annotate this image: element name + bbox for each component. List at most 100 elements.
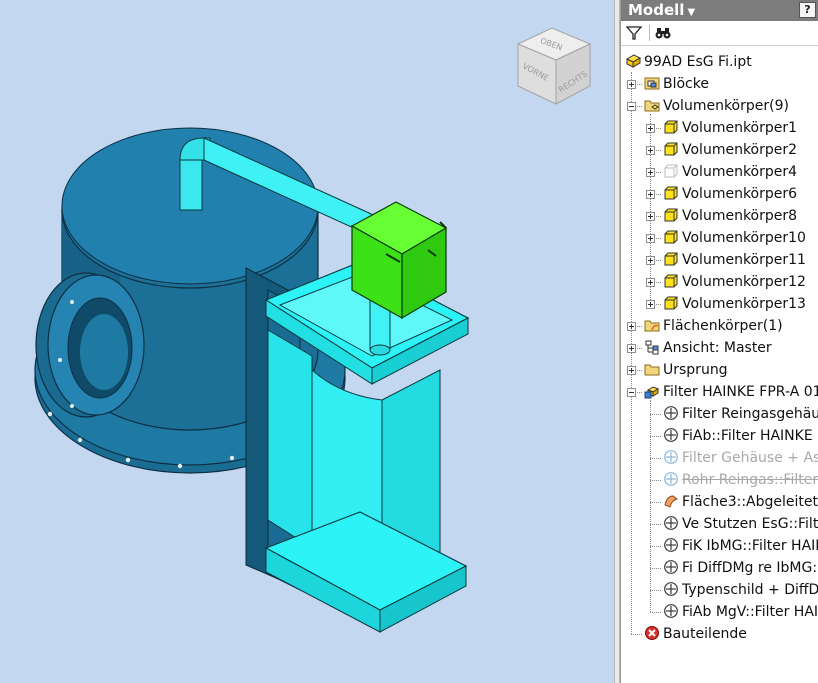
solid-body-icon [664, 120, 678, 134]
expand-icon[interactable] [627, 366, 636, 375]
solid-body-icon [664, 208, 678, 222]
panel-toolbar [621, 21, 818, 46]
binoculars-icon[interactable] [654, 24, 672, 42]
expand-icon[interactable] [627, 344, 636, 353]
tree-item[interactable]: FiK IbMG::Filter HAIN [663, 535, 818, 557]
solid-body-icon [664, 252, 678, 266]
tree-item[interactable]: Volumenkörper13 [663, 293, 806, 315]
expand-icon[interactable] [646, 256, 655, 265]
end-of-part-icon [645, 626, 659, 640]
tree-item[interactable]: 99AD EsG Fi.ipt [625, 51, 752, 73]
tree-line [631, 72, 632, 634]
tree-item[interactable]: Volumenkörper2 [663, 139, 797, 161]
tree-item[interactable]: Bauteilende [644, 623, 747, 645]
tree-item[interactable]: Volumenkörper4 [663, 161, 797, 183]
tree-item[interactable]: Volumenkörper11 [663, 249, 806, 271]
tree-item[interactable]: Flächenkörper(1) [644, 315, 783, 337]
derived-component-icon [664, 560, 678, 574]
tree-item[interactable]: Filter Gehäuse + Asl: [663, 447, 818, 469]
collapse-icon[interactable] [627, 388, 636, 397]
tree-line [650, 436, 661, 437]
toolbar-separator [649, 25, 650, 41]
tree-item-label: Volumenkörper13 [682, 296, 806, 312]
tree-item-label: Filter Reingasgehäuse [682, 406, 818, 422]
surface-derived-icon [664, 495, 679, 508]
tree-item-label: Typenschild + DiffDM [682, 582, 818, 598]
panel-title: Modell [628, 1, 685, 19]
panel-title-dropdown[interactable]: Modell ▼ [628, 1, 695, 19]
expand-icon[interactable] [646, 234, 655, 243]
tree-item-label: Volumenkörper10 [682, 230, 806, 246]
tree-item[interactable]: Filter HAINKE FPR-A 01- [644, 381, 818, 403]
model-browser: Modell ▼ ? 99AD EsG Fi.ipt Blöcke Volumenkö… [620, 0, 818, 683]
help-button[interactable]: ? [799, 2, 816, 18]
collapse-icon[interactable] [627, 102, 636, 111]
filter-body [264, 261, 470, 633]
tree-item-label: Rohr Reingas::Filter H [682, 472, 818, 488]
browser-tree: 99AD EsG Fi.ipt Blöcke Volumenkörper(9) Vol… [621, 51, 818, 683]
tree-item[interactable]: Volumenkörper10 [663, 227, 806, 249]
hidden-solid-body-icon [664, 164, 678, 178]
tree-line [650, 502, 661, 503]
tree-item[interactable]: Blöcke [644, 73, 709, 95]
tree-item[interactable]: FiAb::Filter HAINKE F [663, 425, 818, 447]
tree-item[interactable]: Ursprung [644, 359, 728, 381]
expand-icon[interactable] [646, 300, 655, 309]
tree-item-label: FiK IbMG::Filter HAIN [682, 538, 818, 554]
tree-item[interactable]: Rohr Reingas::Filter H [663, 469, 818, 491]
panel-header: Modell ▼ ? [621, 0, 818, 21]
expand-icon[interactable] [646, 124, 655, 133]
tree-item-label: Volumenkörper2 [682, 142, 798, 158]
expand-icon[interactable] [646, 190, 655, 199]
surface-bodies-icon [644, 320, 660, 332]
tree-item[interactable]: Ve Stutzen EsG::Filte [663, 513, 818, 535]
tree-line [650, 414, 661, 415]
expand-icon[interactable] [646, 212, 655, 221]
expand-icon[interactable] [646, 278, 655, 287]
derived-component-icon [664, 428, 678, 442]
expand-icon[interactable] [627, 80, 636, 89]
tree-item-label: Flächenkörper(1) [663, 318, 783, 334]
derived-component-icon [664, 406, 678, 420]
tree-item-label: Volumenkörper1 [682, 120, 798, 136]
expand-icon[interactable] [646, 146, 655, 155]
part-icon [625, 54, 641, 68]
tree-item[interactable]: Volumenkörper1 [663, 117, 797, 139]
tree-item[interactable]: Volumenkörper8 [663, 205, 797, 227]
tree-item-label: Filter HAINKE FPR-A 01- [663, 384, 818, 400]
tree-line [650, 480, 661, 481]
blocks-folder-icon [644, 77, 660, 90]
tree-line [650, 458, 661, 459]
derived-part-icon [644, 386, 660, 399]
solid-body-icon [664, 142, 678, 156]
tree-item-label: Ve Stutzen EsG::Filte [682, 516, 818, 532]
solid-body-icon [664, 274, 678, 288]
tree-item[interactable]: Volumenkörper6 [663, 183, 797, 205]
tree-line [650, 524, 661, 525]
cad-model[interactable]: OBEN VORNE RECHTS [0, 0, 614, 683]
tree-item[interactable]: Filter Reingasgehäuse [663, 403, 818, 425]
derived-component-dim-icon [664, 450, 678, 464]
tree-item[interactable]: Fi DiffDMg re IbMG:: [663, 557, 818, 579]
tree-item-label: Blöcke [663, 76, 709, 92]
tree-item-label: Volumenkörper8 [682, 208, 798, 224]
expand-icon[interactable] [646, 168, 655, 177]
derived-component-icon [664, 582, 678, 596]
tree-item[interactable]: Ansicht: Master [644, 337, 772, 359]
solid-bodies-folder-icon [644, 100, 660, 112]
tree-item[interactable]: Volumenkörper(9) [644, 95, 789, 117]
chevron-down-icon: ▼ [687, 7, 696, 18]
derived-component-dim-icon [664, 472, 678, 486]
tree-item[interactable]: Typenschild + DiffDM [663, 579, 818, 601]
filter-icon[interactable] [625, 24, 643, 42]
3d-viewport[interactable]: OBEN VORNE RECHTS [0, 0, 614, 683]
tree-item[interactable]: Fläche3::Abgeleitet [663, 491, 818, 513]
expand-icon[interactable] [627, 322, 636, 331]
tree-line [650, 114, 651, 304]
tree-item[interactable]: FiAb MgV::Filter HAIN [663, 601, 818, 623]
tree-item[interactable]: Volumenkörper12 [663, 271, 806, 293]
derived-component-icon [664, 538, 678, 552]
tree-item-label: Fi DiffDMg re IbMG:: [682, 560, 818, 576]
tree-item-label: Ansicht: Master [663, 340, 772, 356]
viewcube[interactable]: OBEN VORNE RECHTS [516, 27, 592, 105]
